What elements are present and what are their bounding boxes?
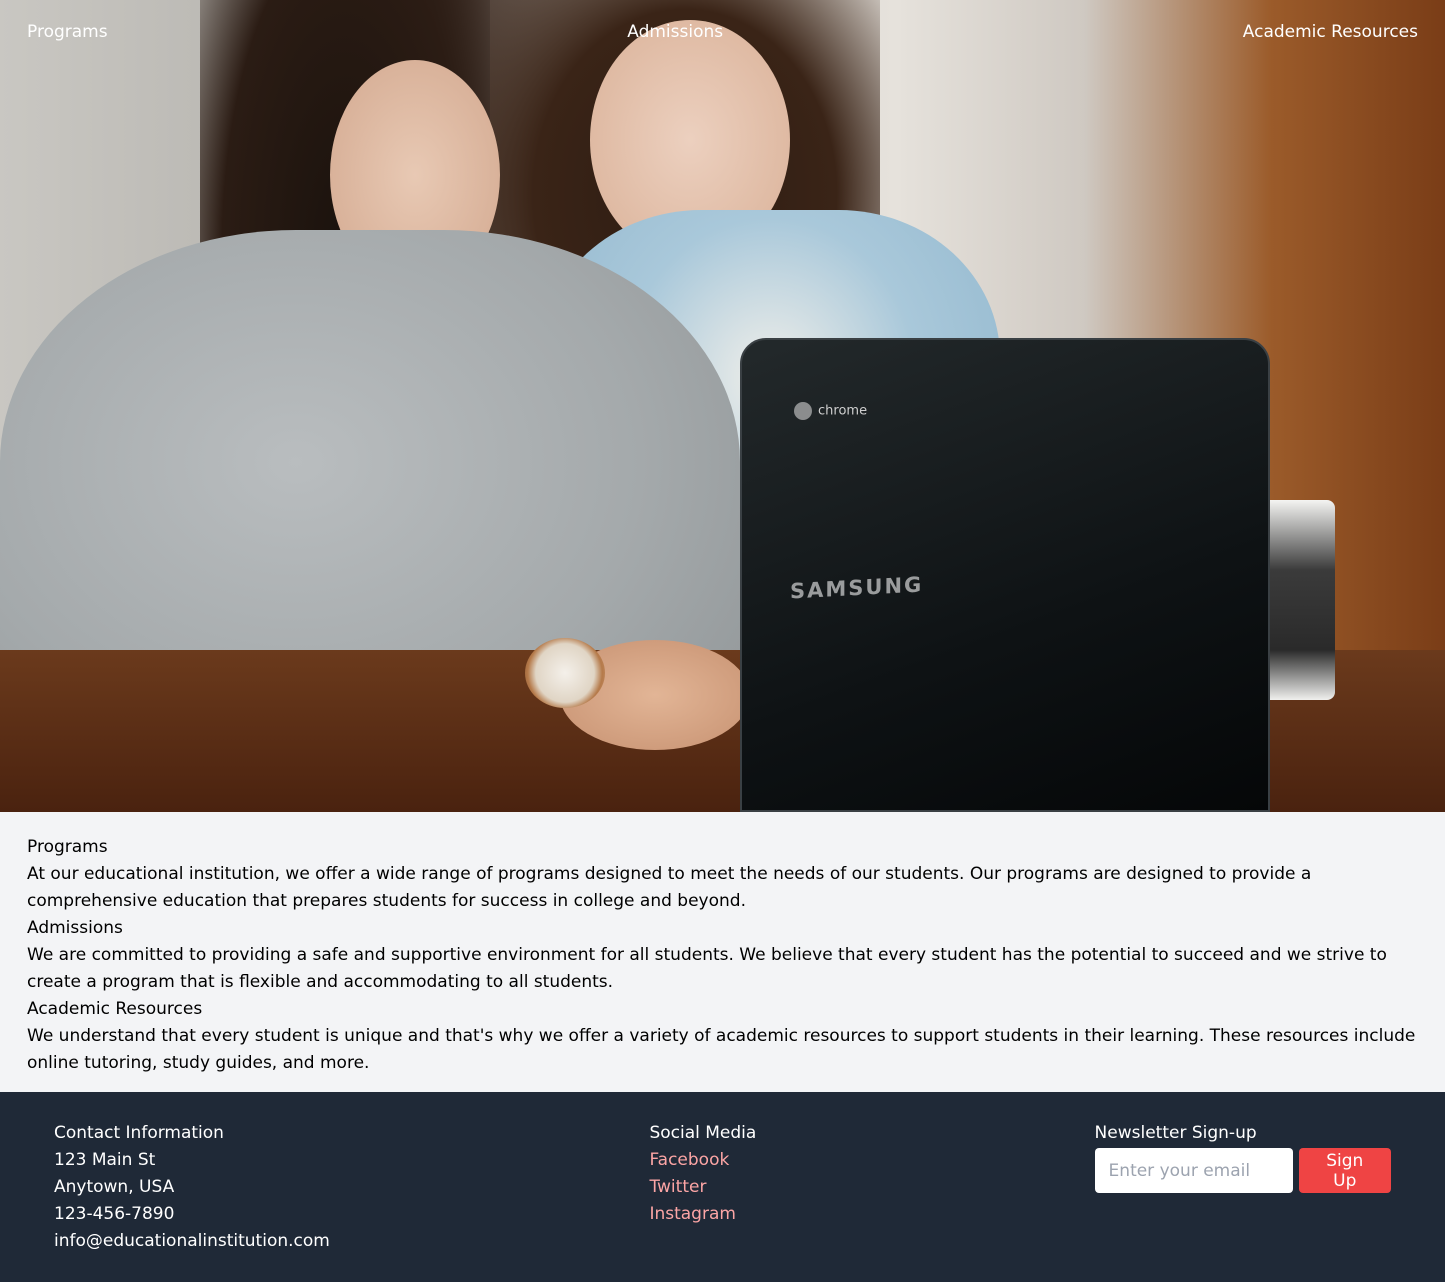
section-title: Programs — [27, 837, 108, 857]
laptop-image: chrome SAMSUNG — [740, 338, 1270, 812]
social-link-instagram[interactable]: Instagram — [649, 1201, 1094, 1228]
section-body: We understand that every student is uniq… — [27, 1026, 1416, 1073]
email-input[interactable] — [1094, 1148, 1293, 1193]
social-link-twitter[interactable]: Twitter — [649, 1174, 1094, 1201]
section-body: We are committed to providing a safe and… — [27, 945, 1387, 992]
newsletter-title: Newsletter Sign-up — [1094, 1123, 1257, 1143]
contact-address-line1: 123 Main St — [54, 1150, 156, 1170]
section-title: Academic Resources — [27, 999, 203, 1019]
contact-phone: 123-456-7890 — [54, 1204, 175, 1224]
contact-email: info@educationalinstitution.com — [54, 1231, 330, 1251]
nav-link-programs[interactable]: Programs — [27, 22, 108, 42]
hero-banner: chrome SAMSUNG Programs Admissions Acade… — [0, 0, 1445, 812]
chrome-logo: chrome — [794, 402, 867, 420]
main-content: Programs At our educational institution,… — [0, 812, 1445, 1092]
hero-image: chrome SAMSUNG — [0, 0, 1445, 812]
footer: Contact Information 123 Main St Anytown,… — [0, 1092, 1445, 1282]
samsung-logo: SAMSUNG — [790, 572, 924, 604]
section-programs: Programs At our educational institution,… — [27, 834, 1418, 915]
section-body: At our educational institution, we offer… — [27, 864, 1312, 911]
newsletter-signup: Newsletter Sign-up Sign Up — [1094, 1120, 1391, 1282]
contact-info: Contact Information 123 Main St Anytown,… — [54, 1120, 649, 1282]
contact-address-line2: Anytown, USA — [54, 1177, 175, 1197]
contact-title: Contact Information — [54, 1123, 224, 1143]
nav-link-academic-resources[interactable]: Academic Resources — [1243, 22, 1418, 42]
hero-image-detail — [525, 638, 605, 708]
nav-link-admissions[interactable]: Admissions — [627, 22, 723, 42]
section-academic-resources: Academic Resources We understand that ev… — [27, 996, 1418, 1077]
social-title: Social Media — [649, 1123, 757, 1143]
social-link-facebook[interactable]: Facebook — [649, 1147, 1094, 1174]
main-nav: Programs Admissions Academic Resources — [0, 0, 1445, 64]
newsletter-form: Sign Up — [1094, 1148, 1391, 1193]
section-admissions: Admissions We are committed to providing… — [27, 915, 1418, 996]
social-media: Social Media Facebook Twitter Instagram — [649, 1120, 1094, 1282]
section-title: Admissions — [27, 918, 123, 938]
chrome-icon — [794, 402, 812, 420]
sign-up-button[interactable]: Sign Up — [1298, 1148, 1391, 1193]
chrome-label: chrome — [818, 403, 868, 419]
